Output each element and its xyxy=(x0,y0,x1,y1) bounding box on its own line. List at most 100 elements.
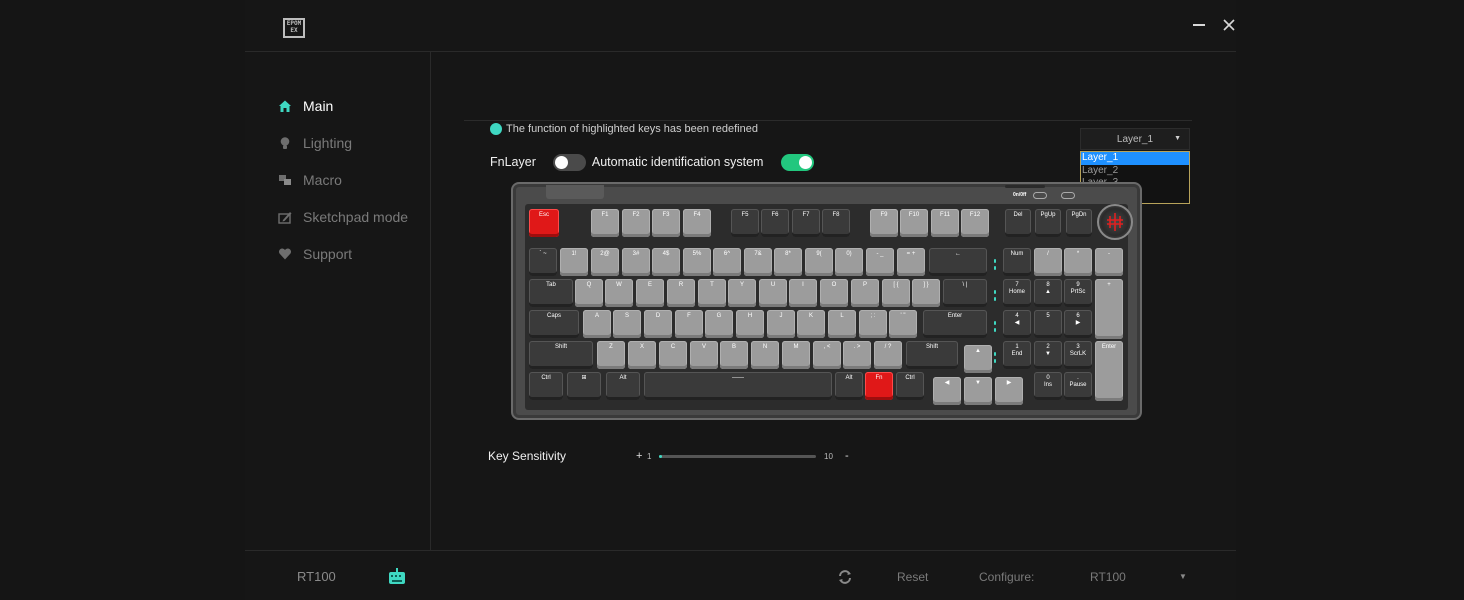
key-f[interactable]: F xyxy=(675,310,703,338)
key-l[interactable]: L xyxy=(828,310,856,338)
key-np3[interactable]: 3 ScrLK xyxy=(1064,341,1092,369)
key-pgup[interactable]: PgUp xyxy=(1035,209,1061,237)
key-semi[interactable]: ; : xyxy=(859,310,887,338)
key-right[interactable]: ▶ xyxy=(995,377,1023,405)
key-c[interactable]: C xyxy=(659,341,687,369)
key-np9[interactable]: 9 PrtSc xyxy=(1064,279,1092,307)
key-np8[interactable]: 8 ▲ xyxy=(1034,279,1062,307)
key-p[interactable]: P xyxy=(851,279,879,307)
key-n6[interactable]: 6^ xyxy=(713,248,741,276)
key-bslash[interactable]: \ | xyxy=(943,279,987,307)
key-f8[interactable]: F8 xyxy=(822,209,850,237)
key-h[interactable]: H xyxy=(736,310,764,338)
layer-option[interactable]: Layer_2 xyxy=(1081,165,1189,178)
key-n5[interactable]: 5% xyxy=(683,248,711,276)
sensitivity-slider[interactable] xyxy=(659,455,816,458)
sidebar-item-macro[interactable]: Macro xyxy=(277,168,342,192)
sidebar-item-sketchpad[interactable]: Sketchpad mode xyxy=(277,205,408,229)
key-caps[interactable]: Caps xyxy=(529,310,579,338)
key-n3[interactable]: 3# xyxy=(622,248,650,276)
sensitivity-minus-button[interactable]: - xyxy=(845,450,849,462)
key-rbr[interactable]: ] } xyxy=(912,279,940,307)
key-minus[interactable]: - _ xyxy=(866,248,894,276)
sidebar-item-support[interactable]: Support xyxy=(277,242,352,266)
key-grave[interactable]: ` ~ xyxy=(529,248,557,276)
key-n0[interactable]: 0) xyxy=(835,248,863,276)
key-esc[interactable]: Esc xyxy=(529,209,559,237)
key-npenter[interactable]: Enter xyxy=(1095,341,1123,401)
minimize-button[interactable] xyxy=(1188,14,1210,36)
key-down[interactable]: ▼ xyxy=(964,377,992,405)
keyboard-icon[interactable] xyxy=(387,568,407,586)
key-quote[interactable]: ' " xyxy=(889,310,917,338)
key-f2[interactable]: F2 xyxy=(622,209,650,237)
configure-select[interactable]: RT100 xyxy=(1090,570,1126,584)
key-x[interactable]: X xyxy=(628,341,656,369)
key-y[interactable]: Y xyxy=(728,279,756,307)
key-fslash[interactable]: / ? xyxy=(874,341,902,369)
key-k[interactable]: K xyxy=(797,310,825,338)
caret-down-icon[interactable]: ▼ xyxy=(1179,572,1187,581)
key-ctrl[interactable]: Ctrl xyxy=(529,372,563,400)
key-a[interactable]: A xyxy=(583,310,611,338)
key-star[interactable]: * xyxy=(1064,248,1092,276)
volume-knob[interactable] xyxy=(1097,204,1133,240)
key-m[interactable]: M xyxy=(782,341,810,369)
key-enter[interactable]: Enter xyxy=(923,310,987,338)
layer-select[interactable]: Layer_1 ▼ xyxy=(1080,128,1190,150)
key-bksp[interactable]: ← xyxy=(929,248,987,276)
key-rctrl[interactable]: Ctrl xyxy=(896,372,924,400)
key-v[interactable]: V xyxy=(690,341,718,369)
key-comma[interactable]: , < xyxy=(813,341,841,369)
key-num[interactable]: Num xyxy=(1003,248,1031,276)
key-r[interactable]: R xyxy=(667,279,695,307)
key-npdot[interactable]: . Pause xyxy=(1064,372,1092,400)
key-np4[interactable]: 4 ◀ xyxy=(1003,310,1031,338)
key-alt[interactable]: Alt xyxy=(606,372,640,400)
key-f4[interactable]: F4 xyxy=(683,209,711,237)
key-g[interactable]: G xyxy=(705,310,733,338)
key-np5[interactable]: 5 xyxy=(1034,310,1062,338)
key-i[interactable]: I xyxy=(789,279,817,307)
sync-icon[interactable] xyxy=(837,569,853,585)
key-equal[interactable]: = + xyxy=(897,248,925,276)
key-f3[interactable]: F3 xyxy=(652,209,680,237)
key-f10[interactable]: F10 xyxy=(900,209,928,237)
key-pgdn[interactable]: PgDn xyxy=(1066,209,1092,237)
auto-id-toggle[interactable] xyxy=(781,153,815,171)
close-button[interactable] xyxy=(1218,14,1240,36)
key-u[interactable]: U xyxy=(759,279,787,307)
key-dash[interactable]: - xyxy=(1095,248,1123,276)
key-d[interactable]: D xyxy=(644,310,672,338)
fn-layer-toggle[interactable] xyxy=(552,153,586,171)
key-n[interactable]: N xyxy=(751,341,779,369)
key-n1[interactable]: 1! xyxy=(560,248,588,276)
key-lbr[interactable]: [ { xyxy=(882,279,910,307)
key-w[interactable]: W xyxy=(605,279,633,307)
sensitivity-plus-button[interactable]: + xyxy=(636,450,642,462)
key-f9[interactable]: F9 xyxy=(870,209,898,237)
key-np6[interactable]: 6 ▶ xyxy=(1064,310,1092,338)
key-dot[interactable]: . > xyxy=(843,341,871,369)
key-n9[interactable]: 9( xyxy=(805,248,833,276)
key-j[interactable]: J xyxy=(767,310,795,338)
key-space[interactable]: —— xyxy=(644,372,832,400)
key-f11[interactable]: F11 xyxy=(931,209,959,237)
key-z[interactable]: Z xyxy=(597,341,625,369)
key-b[interactable]: B xyxy=(720,341,748,369)
key-s[interactable]: S xyxy=(613,310,641,338)
key-t[interactable]: T xyxy=(698,279,726,307)
key-up[interactable]: ▲ xyxy=(964,345,992,373)
key-q[interactable]: Q xyxy=(575,279,603,307)
key-n4[interactable]: 4$ xyxy=(652,248,680,276)
key-np1[interactable]: 1 End xyxy=(1003,341,1031,369)
reset-button[interactable]: Reset xyxy=(897,570,928,584)
key-f1[interactable]: F1 xyxy=(591,209,619,237)
key-left[interactable]: ◀ xyxy=(933,377,961,405)
key-rshift[interactable]: Shift xyxy=(906,341,958,369)
key-f5[interactable]: F5 xyxy=(731,209,759,237)
key-o[interactable]: O xyxy=(820,279,848,307)
key-np7[interactable]: 7 Home xyxy=(1003,279,1031,307)
key-fn[interactable]: Fn xyxy=(865,372,893,400)
layer-option[interactable]: Layer_1 xyxy=(1081,152,1189,165)
